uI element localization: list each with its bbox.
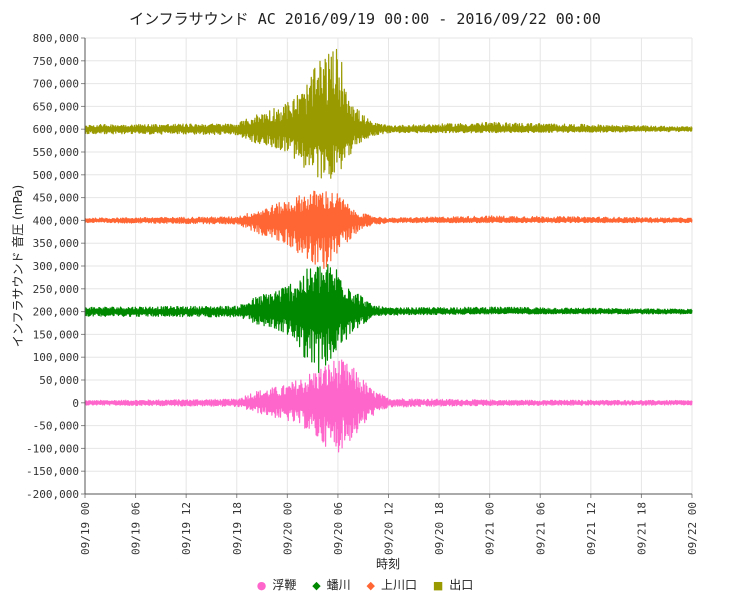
chart-title: インフラサウンド AC 2016/09/19 00:00 - 2016/09/2… bbox=[129, 10, 601, 28]
legend-marker: ◆ bbox=[366, 579, 375, 592]
y-tick-label: 250,000 bbox=[33, 283, 79, 296]
x-tick-label: 09/19 18 bbox=[231, 502, 244, 555]
x-tick-label: 09/19 06 bbox=[130, 502, 143, 555]
y-tick-label: 300,000 bbox=[33, 260, 79, 273]
x-tick-label: 09/20 00 bbox=[281, 502, 294, 555]
legend-marker: ● bbox=[256, 579, 267, 592]
legend-label: 浮鞭 bbox=[272, 578, 297, 592]
y-tick-label: 700,000 bbox=[33, 78, 79, 91]
y-tick-label: -100,000 bbox=[26, 442, 79, 455]
x-tick-label: 09/21 18 bbox=[635, 502, 648, 555]
x-tick-label: 09/21 06 bbox=[534, 502, 547, 555]
y-tick-label: 0 bbox=[72, 397, 79, 410]
legend-label: 蟠川 bbox=[326, 578, 351, 592]
chart-svg: インフラサウンド AC 2016/09/19 00:00 - 2016/09/2… bbox=[10, 10, 699, 571]
x-tick-label: 09/19 12 bbox=[180, 502, 193, 555]
y-tick-label: 100,000 bbox=[33, 351, 79, 364]
y-tick-label: 450,000 bbox=[33, 192, 79, 205]
y-tick-label: 650,000 bbox=[33, 100, 79, 113]
y-tick-label: 800,000 bbox=[33, 32, 79, 45]
x-tick-labels: 09/19 00 09/19 06 09/19 12 09/19 18 09/20 00… bbox=[79, 502, 699, 555]
y-tick-label: -50,000 bbox=[33, 420, 79, 433]
y-tick-labels: 800,000 750,000 700,000 650,000 600,000 550,0… bbox=[26, 32, 79, 501]
grid-lines bbox=[84, 37, 693, 495]
legend-item[interactable]: ● 浮鞭 bbox=[257, 576, 297, 593]
legend-label: 上川口 bbox=[380, 578, 417, 592]
y-tick-label: 200,000 bbox=[33, 306, 79, 319]
legend-item[interactable]: ◆ 蟠川 bbox=[312, 576, 350, 593]
y-tick-label: 400,000 bbox=[33, 214, 79, 227]
x-tick-label: 09/22 00 bbox=[686, 502, 699, 555]
x-tick-label: 09/21 12 bbox=[585, 502, 598, 555]
legend-marker: ■ bbox=[432, 579, 444, 592]
x-tick-label: 09/19 00 bbox=[79, 502, 92, 555]
x-axis-label: 時刻 bbox=[376, 557, 400, 571]
x-tick-label: 09/20 18 bbox=[433, 502, 446, 555]
y-tick-label: 500,000 bbox=[33, 169, 79, 182]
y-tick-label: -150,000 bbox=[26, 465, 79, 478]
legend-item[interactable]: ■ 出口 bbox=[433, 576, 473, 593]
legend: ● 浮鞭 ◆ 蟠川 ◆ 上川口 ■ 出口 bbox=[0, 576, 730, 593]
y-tick-label: 150,000 bbox=[33, 328, 79, 341]
y-axis-label: インフラサウンド 音圧 (mPa) bbox=[10, 185, 25, 347]
legend-item[interactable]: ◆ 上川口 bbox=[367, 576, 417, 593]
x-tick-label: 09/20 06 bbox=[332, 502, 345, 555]
x-tick-label: 09/20 12 bbox=[383, 502, 396, 555]
axes bbox=[81, 37, 693, 498]
y-tick-label: -200,000 bbox=[26, 488, 79, 501]
y-tick-label: 350,000 bbox=[33, 237, 79, 250]
x-tick-label: 09/21 00 bbox=[484, 502, 497, 555]
legend-marker: ◆ bbox=[312, 579, 321, 592]
legend-label: 出口 bbox=[449, 578, 474, 592]
y-tick-label: 50,000 bbox=[39, 374, 79, 387]
y-tick-label: 750,000 bbox=[33, 55, 79, 68]
y-tick-label: 550,000 bbox=[33, 146, 79, 159]
y-tick-label: 600,000 bbox=[33, 123, 79, 136]
